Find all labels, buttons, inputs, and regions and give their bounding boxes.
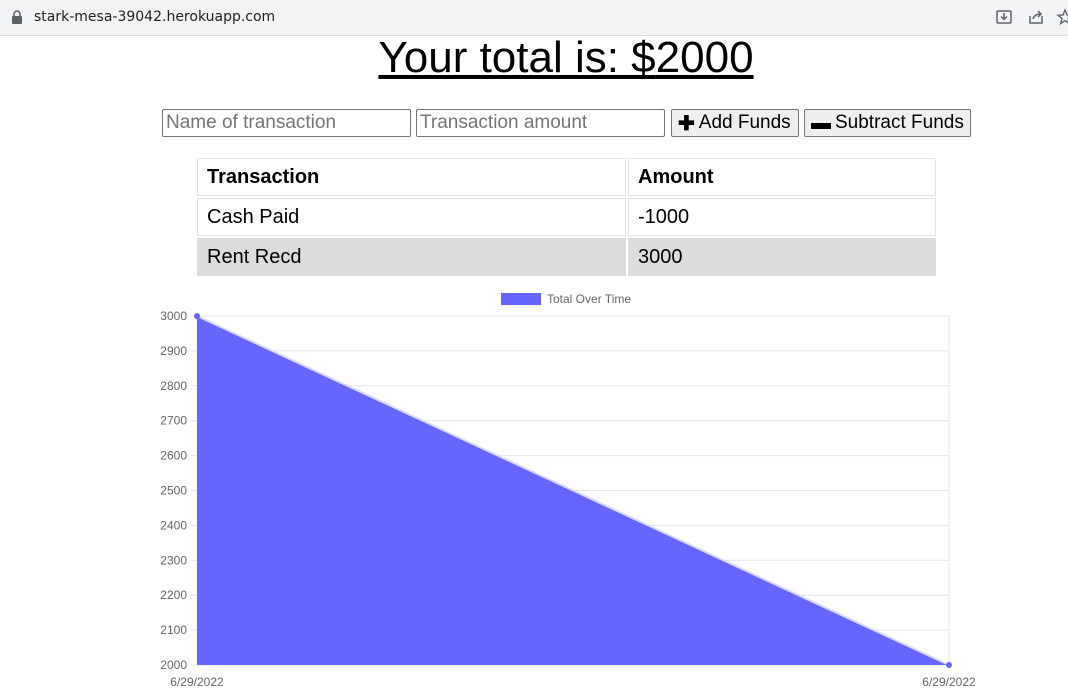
column-header-amount: Amount	[628, 158, 936, 196]
y-tick-label: 2100	[160, 623, 187, 637]
transaction-amount-input[interactable]	[416, 109, 665, 137]
total-heading: Your total is: $2000	[0, 33, 1068, 83]
y-tick-label: 2500	[160, 484, 187, 498]
browser-address-bar: stark-mesa-39042.herokuapp.com	[0, 0, 1068, 36]
total-over-time-chart: 2000 2100 2200 2300 2400 2500 2600 2700 2800 2900…	[160, 292, 976, 689]
y-tick-label: 2400	[160, 518, 187, 532]
address-url[interactable]: stark-mesa-39042.herokuapp.com	[34, 9, 275, 25]
add-funds-label: Add Funds	[698, 112, 791, 133]
share-icon[interactable]	[1027, 8, 1045, 26]
bookmark-star-icon[interactable]	[1056, 8, 1068, 26]
y-tick-label: 2000	[160, 658, 187, 672]
transaction-name-input[interactable]	[162, 109, 411, 137]
transaction-amount-cell: 3000	[628, 238, 936, 276]
transaction-name-cell: Rent Recd	[197, 238, 626, 276]
lock-icon	[12, 10, 22, 24]
y-tick-label: 2800	[160, 379, 187, 393]
legend-swatch	[501, 293, 541, 305]
add-funds-button[interactable]: ✚ Add Funds	[671, 109, 799, 137]
y-tick-label: 3000	[160, 309, 187, 323]
x-tick-label: 6/29/2022	[170, 675, 224, 689]
subtract-funds-label: Subtract Funds	[835, 112, 964, 133]
table-header-row: Transaction Amount	[197, 158, 936, 196]
minus-icon: ▬	[811, 111, 831, 134]
y-tick-label: 2200	[160, 588, 187, 602]
column-header-transaction: Transaction	[197, 158, 626, 196]
transaction-amount-cell: -1000	[628, 198, 936, 236]
x-tick-label: 6/29/2022	[922, 675, 976, 689]
table-row: Rent Recd 3000	[197, 238, 936, 276]
data-point	[946, 662, 952, 668]
total-prefix: Your total is: $	[378, 33, 656, 82]
total-value: 2000	[655, 33, 754, 82]
transaction-name-cell: Cash Paid	[197, 198, 626, 236]
y-tick-label: 2600	[160, 449, 187, 463]
data-point	[194, 313, 200, 319]
y-tick-label: 2700	[160, 414, 187, 428]
install-icon[interactable]	[995, 8, 1013, 26]
y-tick-label: 2300	[160, 553, 187, 567]
plus-icon: ✚	[678, 112, 695, 135]
table-row: Cash Paid -1000	[197, 198, 936, 236]
subtract-funds-button[interactable]: ▬ Subtract Funds	[804, 109, 971, 137]
legend-label: Total Over Time	[547, 292, 631, 306]
transactions-table: Transaction Amount Cash Paid -1000 Rent …	[195, 156, 938, 278]
y-tick-label: 2900	[160, 344, 187, 358]
